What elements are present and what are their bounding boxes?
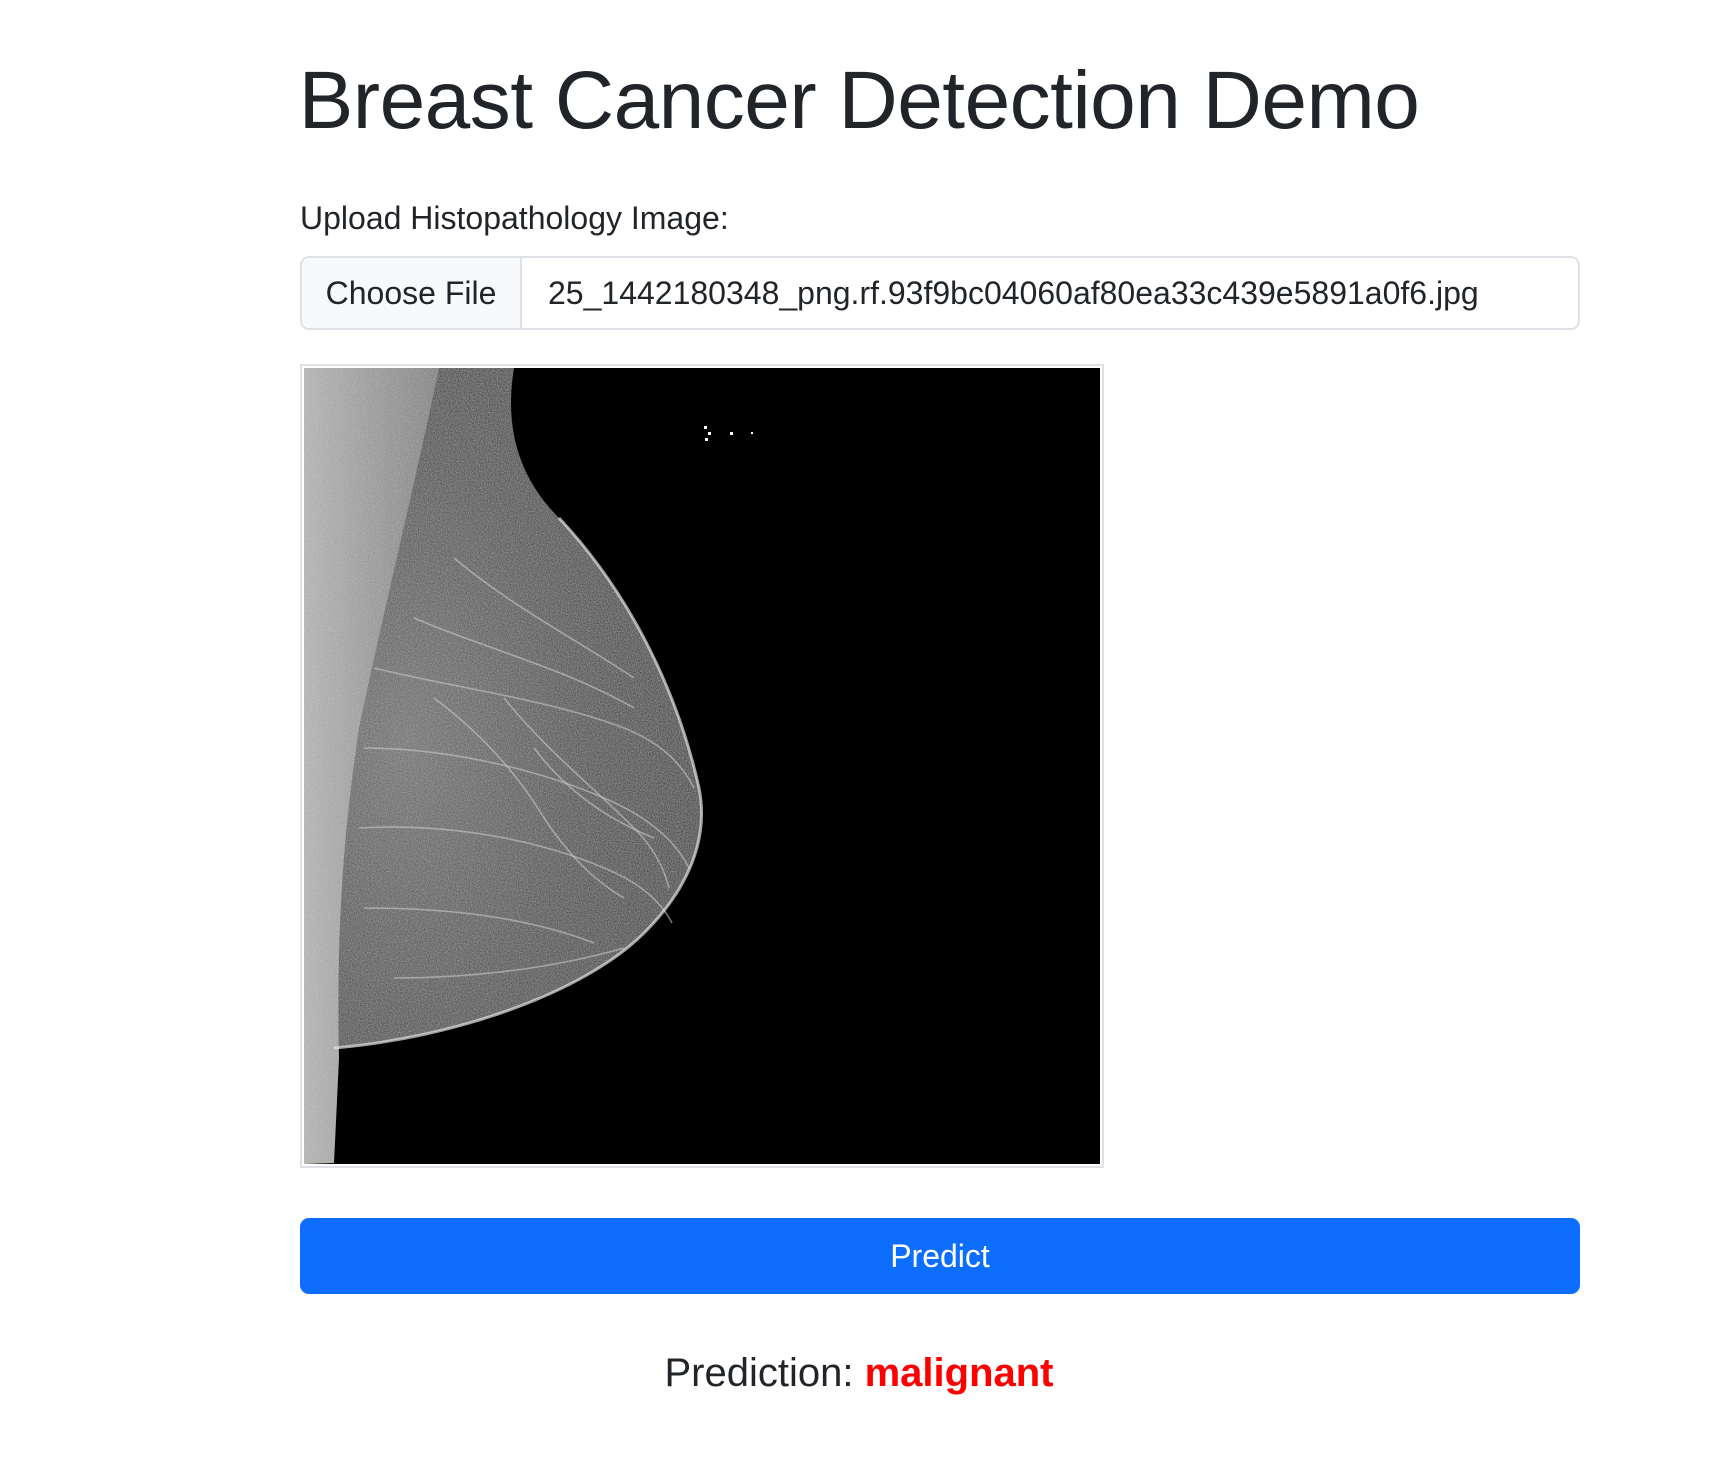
page-title: Breast Cancer Detection Demo [298,55,1420,146]
choose-file-button[interactable]: Choose File [302,258,522,328]
selected-file-name: 25_1442180348_png.rf.93f9bc04060af80ea33… [548,274,1479,311]
prediction-value: malignant [864,1351,1054,1395]
mammogram-image [304,368,1100,1164]
prediction-result: Prediction: malignant [0,1348,1718,1398]
upload-label: Upload Histopathology Image: [300,200,729,236]
file-input[interactable]: Choose File 25_1442180348_png.rf.93f9bc0… [300,256,1580,330]
prediction-label: Prediction: [664,1351,854,1395]
predict-button[interactable]: Predict [300,1218,1580,1294]
image-preview [300,364,1104,1168]
